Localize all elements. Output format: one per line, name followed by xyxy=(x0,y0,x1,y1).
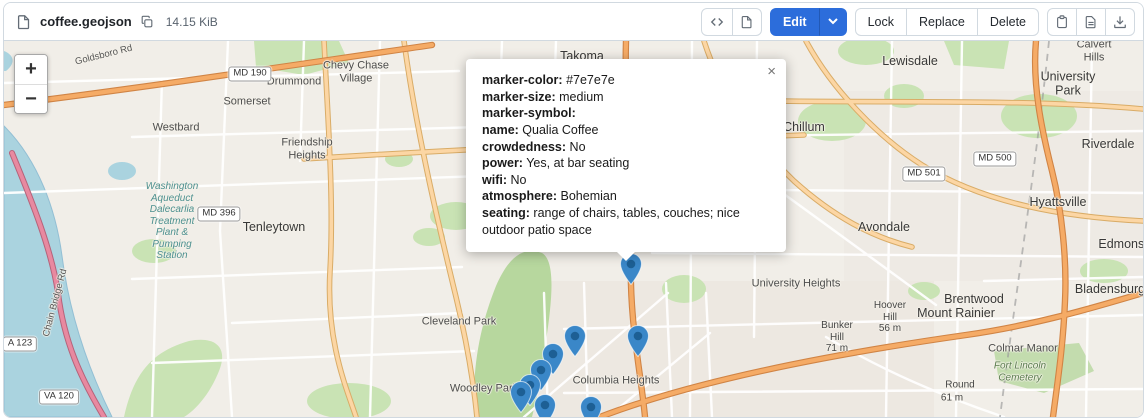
zoom-in-button[interactable]: + xyxy=(15,55,47,84)
raw-button[interactable] xyxy=(1076,8,1106,36)
popup-property-row: atmosphere: Bohemian xyxy=(482,188,770,205)
zoom-out-button[interactable]: − xyxy=(15,84,47,113)
clipboard-icon xyxy=(1055,15,1069,29)
copy-path-icon[interactable] xyxy=(140,15,154,29)
chevron-down-icon xyxy=(828,18,838,25)
popup-property-row: crowdedness: No xyxy=(482,139,770,156)
edit-button-group: Edit xyxy=(770,8,847,36)
source-view-button[interactable] xyxy=(701,8,733,36)
replace-button[interactable]: Replace xyxy=(906,8,978,36)
copy-button[interactable] xyxy=(1047,8,1077,36)
file-header: coffee.geojson 14.15 KiB xyxy=(4,3,1143,41)
feature-popup: × marker-color: #7e7e7emarker-size: medi… xyxy=(466,59,786,252)
edit-button[interactable]: Edit xyxy=(770,8,820,36)
zoom-control: + − xyxy=(14,54,48,114)
download-icon xyxy=(1113,15,1127,29)
file-viewer: coffee.geojson 14.15 KiB xyxy=(3,2,1144,418)
view-toggle-group xyxy=(701,8,762,36)
lock-button[interactable]: Lock xyxy=(855,8,907,36)
popup-property-row: marker-size: medium xyxy=(482,89,770,106)
popup-property-row: marker-color: #7e7e7e xyxy=(482,72,770,89)
popup-property-row: name: Qualia Coffee xyxy=(482,122,770,139)
download-button[interactable] xyxy=(1105,8,1135,36)
file-size: 14.15 KiB xyxy=(166,15,218,29)
rendered-view-button[interactable] xyxy=(732,8,762,36)
file-actions-group: Lock Replace Delete xyxy=(855,8,1039,36)
file-lines-icon xyxy=(1084,15,1098,29)
popup-property-row: wifi: No xyxy=(482,172,770,189)
file-name: coffee.geojson xyxy=(40,14,132,29)
popup-properties: marker-color: #7e7e7emarker-size: medium… xyxy=(482,72,770,238)
file-icon xyxy=(16,14,32,30)
popup-close-button[interactable]: × xyxy=(767,64,776,79)
file-utils-group xyxy=(1047,8,1135,36)
popup-property-row: power: Yes, at bar seating xyxy=(482,155,770,172)
map-canvas[interactable]: TakomaLewisdaleCalvert HillsUniversity P… xyxy=(4,41,1143,417)
popup-property-row: seating: range of chairs, tables, couche… xyxy=(482,205,770,238)
edit-dropdown-button[interactable] xyxy=(819,8,847,36)
popup-property-row: marker-symbol: xyxy=(482,105,770,122)
delete-button[interactable]: Delete xyxy=(977,8,1039,36)
